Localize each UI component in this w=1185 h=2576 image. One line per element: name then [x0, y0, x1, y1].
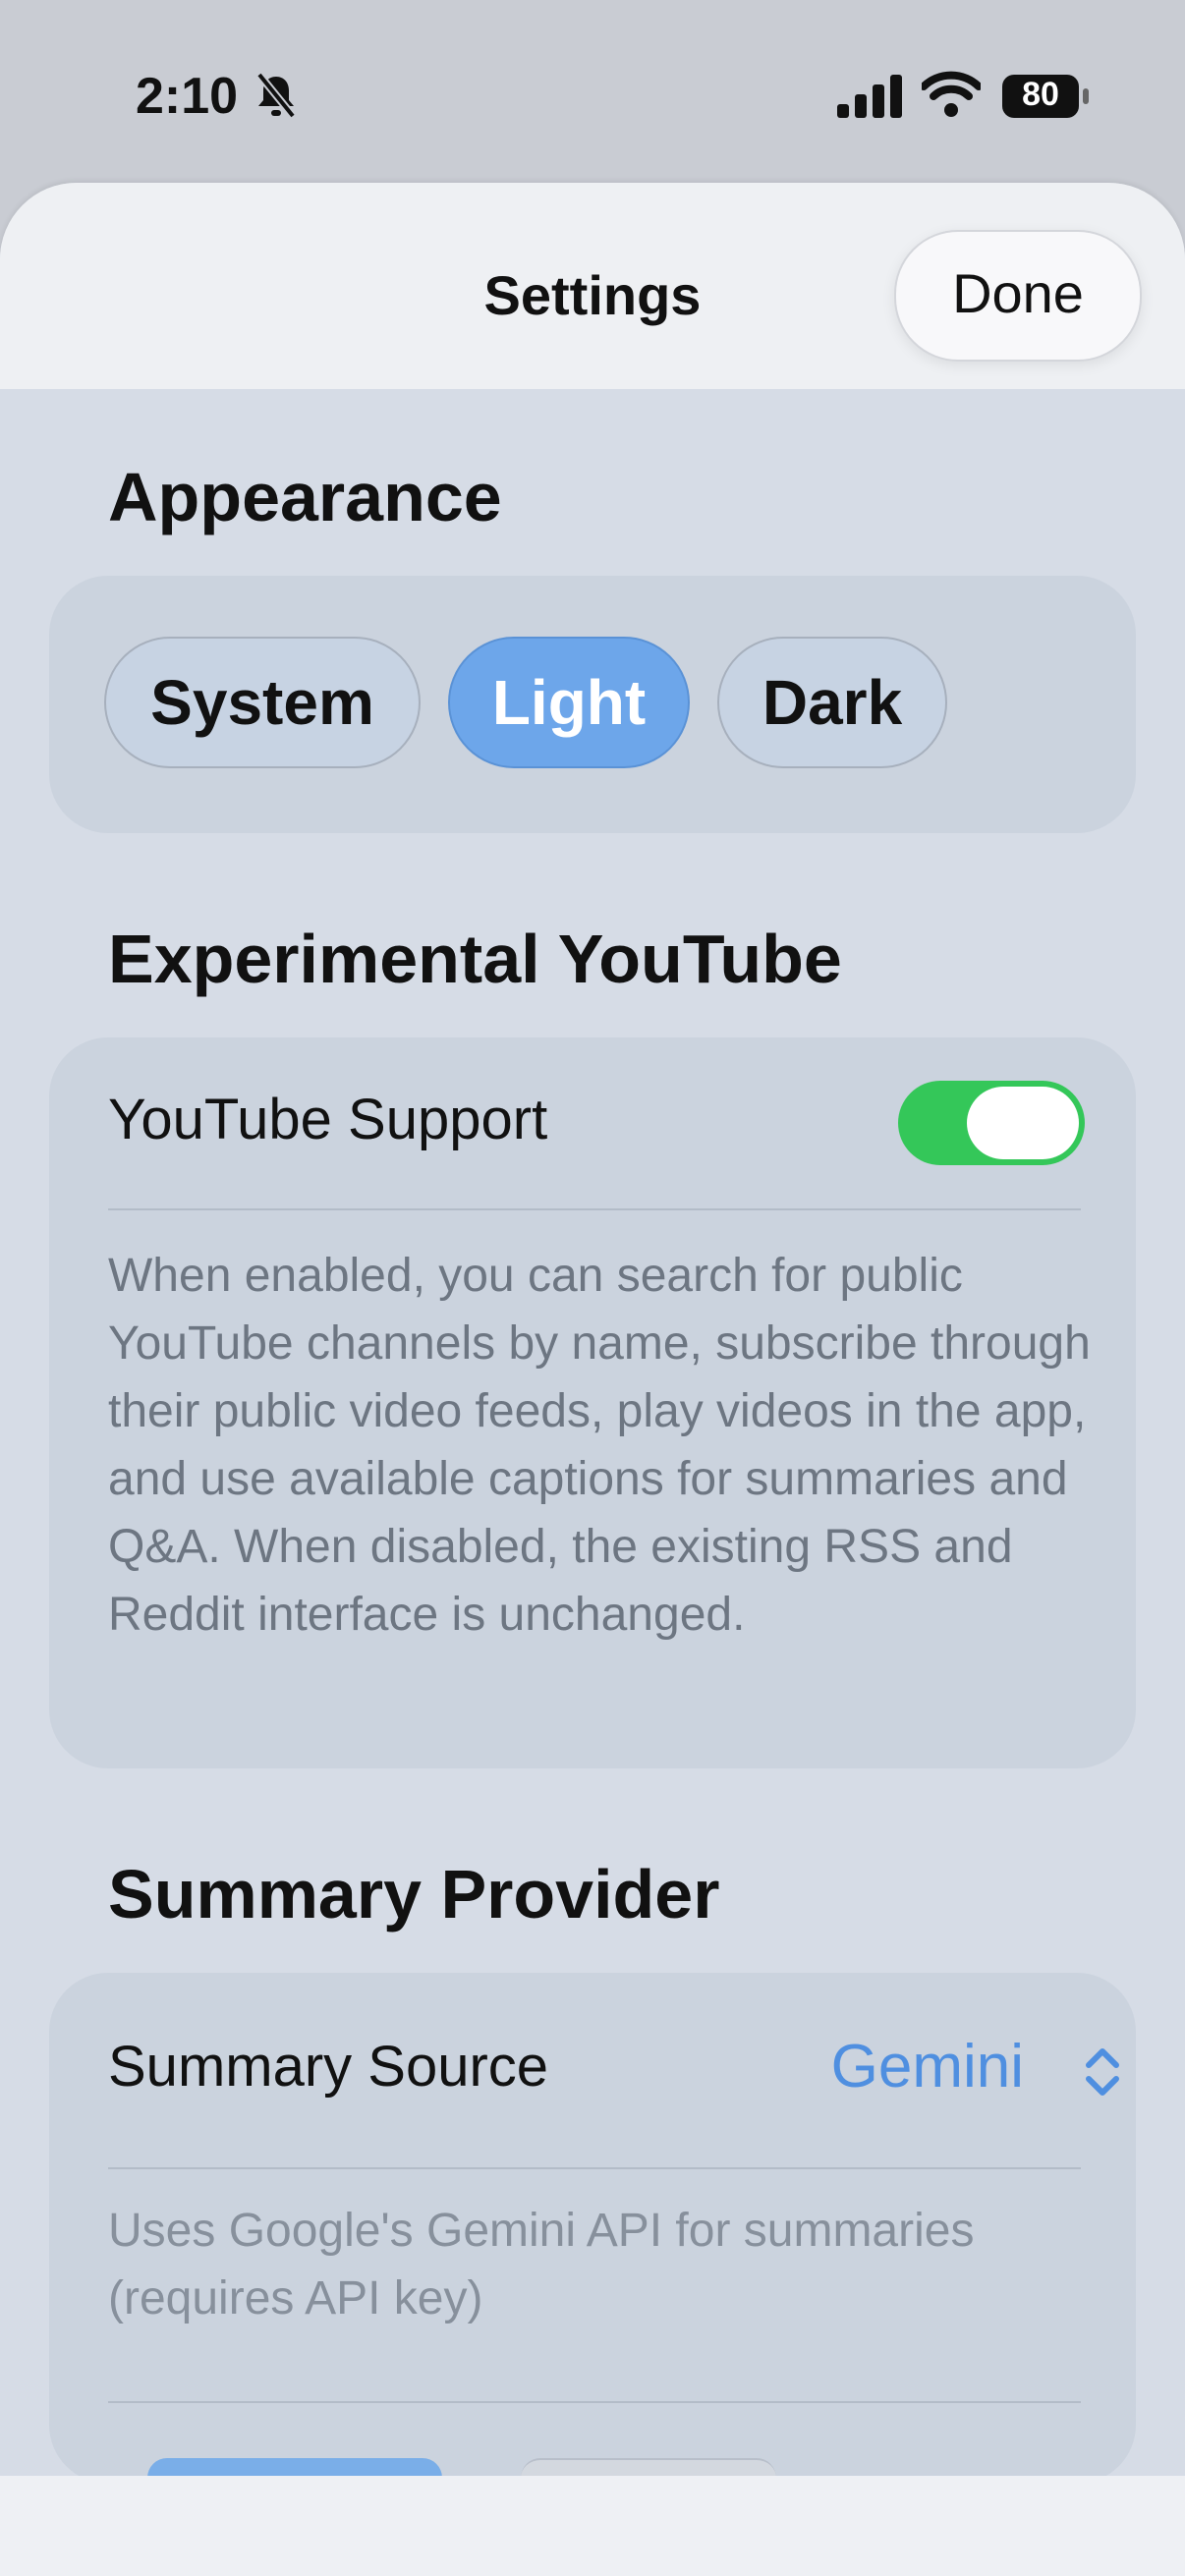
- chevron-up-down-icon[interactable]: [1083, 2042, 1122, 2102]
- youtube-description: When enabled, you can search for public …: [108, 1250, 1091, 1641]
- bell-slash-icon: [255, 72, 297, 119]
- status-bar: 2:10 80: [0, 0, 1185, 187]
- battery-level: 80: [1022, 76, 1059, 113]
- summary-section-title: Summary Provider: [108, 1856, 720, 1932]
- divider: [108, 1208, 1081, 1210]
- status-time: 2:10: [136, 68, 239, 125]
- summary-card: Summary Source Gemini Uses Google's Gemi…: [49, 1973, 1136, 2484]
- youtube-card: YouTube Support When enabled, you can se…: [49, 1037, 1136, 1768]
- appearance-option-system[interactable]: System: [104, 637, 421, 768]
- settings-sheet: Settings Done Appearance System Light Da…: [0, 183, 1185, 2576]
- appearance-option-dark[interactable]: Dark: [717, 637, 947, 768]
- summary-description: Uses Google's Gemini API for summaries (…: [108, 2205, 975, 2324]
- divider: [108, 2167, 1081, 2169]
- wifi-icon: [922, 71, 981, 117]
- youtube-section-title: Experimental YouTube: [108, 921, 842, 997]
- summary-source-label: Summary Source: [108, 2035, 549, 2099]
- youtube-support-label: YouTube Support: [108, 1088, 548, 1151]
- signal-icon: [837, 75, 902, 118]
- toggle-knob: [967, 1087, 1079, 1159]
- bottom-bar: [0, 2476, 1185, 2576]
- done-button[interactable]: Done: [894, 230, 1142, 362]
- appearance-card: System Light Dark: [49, 576, 1136, 833]
- youtube-support-toggle[interactable]: [898, 1081, 1085, 1165]
- summary-source-picker[interactable]: Gemini: [831, 2032, 1024, 2101]
- appearance-section-title: Appearance: [108, 459, 502, 535]
- divider: [108, 2401, 1081, 2403]
- appearance-option-light[interactable]: Light: [448, 637, 690, 768]
- nav-bar: Settings Done: [0, 183, 1185, 389]
